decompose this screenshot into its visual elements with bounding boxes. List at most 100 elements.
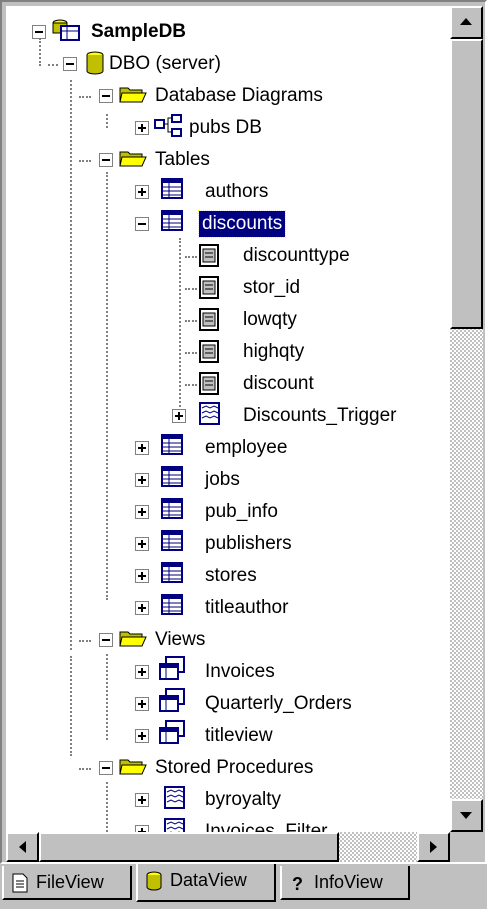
tree-node-column[interactable]: stor_id (240, 272, 303, 304)
tree-node-column[interactable]: discounttype (240, 240, 353, 272)
expand-toggle[interactable] (135, 825, 149, 832)
tree-node-table-selected[interactable]: discounts (197, 208, 287, 240)
tree-view[interactable]: SampleDB DBO (server) Database Diagrams (6, 6, 450, 832)
view-tab-bar: FileView DataView ? InfoView (0, 864, 487, 909)
expand-toggle[interactable] (135, 537, 149, 551)
expand-toggle[interactable] (172, 409, 186, 423)
node-label: employee (205, 437, 288, 458)
node-label: pub_info (205, 501, 278, 522)
vertical-scrollbar[interactable] (450, 6, 483, 832)
tree-node-diagram[interactable]: pubs DB (186, 112, 265, 144)
tree-line (79, 640, 91, 642)
tree-line (106, 172, 108, 600)
tree-node-table[interactable]: jobs (202, 464, 243, 496)
tree-node-table[interactable]: pub_info (202, 496, 281, 528)
collapse-toggle[interactable] (135, 217, 149, 231)
scroll-down-button[interactable] (450, 799, 483, 832)
tree-node-table[interactable]: stores (202, 560, 260, 592)
tab-infoview[interactable]: ? InfoView (280, 866, 410, 900)
node-label: authors (205, 181, 269, 202)
view-icon (159, 656, 185, 680)
tab-label: InfoView (314, 872, 383, 892)
collapse-toggle[interactable] (99, 89, 113, 103)
collapse-toggle[interactable] (99, 633, 113, 647)
table-icon (161, 178, 183, 199)
vertical-scroll-thumb[interactable] (450, 39, 483, 329)
tree-node-trigger[interactable]: Discounts_Trigger (240, 400, 399, 432)
node-label: Stored Procedures (155, 757, 314, 778)
tree-line (179, 238, 181, 414)
tree-line (106, 114, 108, 128)
node-label: titleauthor (205, 597, 289, 618)
scroll-right-button[interactable] (417, 832, 450, 862)
tree-node-view[interactable]: Quarterly_Orders (202, 688, 355, 720)
tree-line (79, 96, 91, 98)
collapse-toggle[interactable] (99, 153, 113, 167)
tree-node-table[interactable]: titleauthor (202, 592, 291, 624)
tree-line (185, 288, 197, 290)
tree-node-table[interactable]: publishers (202, 528, 295, 560)
node-label: publishers (205, 533, 292, 554)
expand-toggle[interactable] (135, 441, 149, 455)
database-project-icon (52, 19, 80, 41)
node-label: discount (243, 373, 314, 394)
column-icon (199, 372, 219, 395)
collapse-toggle[interactable] (63, 57, 77, 71)
tab-label: DataView (170, 870, 247, 890)
tree-node-server[interactable]: DBO (server) (106, 48, 224, 80)
tree-line (106, 654, 108, 740)
tree-line (70, 656, 72, 756)
collapse-toggle[interactable] (99, 761, 113, 775)
tree-line (185, 384, 197, 386)
tree-node-column[interactable]: lowqty (240, 304, 300, 336)
tree-node-procedures[interactable]: Stored Procedures (152, 752, 316, 784)
tree-node-view[interactable]: titleview (202, 720, 276, 752)
tree-node-diagrams[interactable]: Database Diagrams (152, 80, 326, 112)
arrow-down-icon (460, 812, 472, 819)
expand-toggle[interactable] (135, 185, 149, 199)
tree-node-table[interactable]: authors (202, 176, 271, 208)
tree-node-table[interactable]: employee (202, 432, 290, 464)
view-icon (159, 720, 185, 744)
help-icon: ? (292, 874, 303, 893)
database-icon (146, 871, 162, 891)
collapse-toggle[interactable] (32, 25, 46, 39)
scroll-left-button[interactable] (6, 832, 39, 862)
tree-node-sampledb[interactable]: SampleDB (88, 16, 189, 48)
tree-node-procedure[interactable]: Invoices_Filter (202, 816, 331, 832)
tab-dataview[interactable]: DataView (136, 864, 276, 902)
node-label: pubs DB (189, 117, 262, 138)
tree-line (79, 160, 91, 162)
node-label: highqty (243, 341, 305, 362)
tree-node-tables[interactable]: Tables (152, 144, 213, 176)
tree-node-view[interactable]: Invoices (202, 656, 278, 688)
tree-line (39, 38, 41, 66)
expand-toggle[interactable] (135, 697, 149, 711)
tree-line (70, 80, 72, 650)
tree-node-views[interactable]: Views (152, 624, 208, 656)
tree-node-column[interactable]: discount (240, 368, 317, 400)
svg-text:?: ? (292, 874, 303, 893)
tree-line (106, 782, 108, 832)
node-label: Discounts_Trigger (243, 405, 397, 426)
tab-fileview[interactable]: FileView (2, 866, 132, 900)
tree-node-column[interactable]: highqty (240, 336, 307, 368)
table-icon (161, 210, 183, 231)
expand-toggle[interactable] (135, 473, 149, 487)
expand-toggle[interactable] (135, 601, 149, 615)
expand-toggle[interactable] (135, 505, 149, 519)
tree-node-procedure[interactable]: byroyalty (202, 784, 284, 816)
node-label: discounts (197, 210, 287, 238)
node-label: DBO (server) (109, 53, 221, 74)
expand-toggle[interactable] (135, 665, 149, 679)
expand-toggle[interactable] (135, 793, 149, 807)
scroll-up-button[interactable] (450, 6, 483, 39)
node-label: Views (155, 629, 206, 650)
column-icon (199, 308, 219, 331)
expand-toggle[interactable] (135, 569, 149, 583)
expand-toggle[interactable] (135, 729, 149, 743)
horizontal-scrollbar[interactable] (6, 832, 450, 862)
arrow-right-icon (430, 841, 437, 853)
horizontal-scroll-thumb[interactable] (39, 832, 339, 862)
expand-toggle[interactable] (135, 121, 149, 135)
